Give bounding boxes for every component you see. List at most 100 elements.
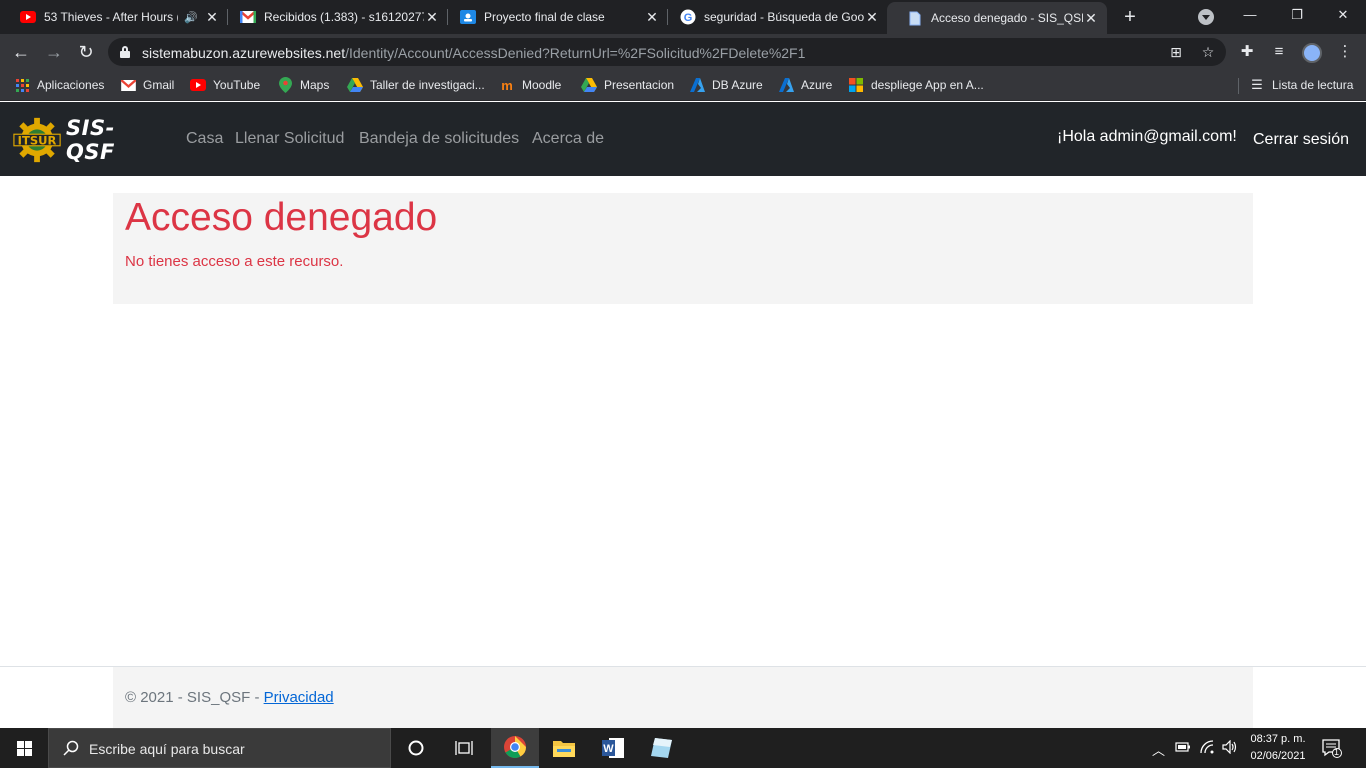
address-bar[interactable]: sistemabuzon.azurewebsites.net/Identity/… — [108, 38, 1226, 66]
restore-button[interactable]: ❐ — [1274, 0, 1320, 30]
footer-text: © 2021 - SIS_QSF - Privacidad — [125, 689, 334, 706]
nav-link-casa[interactable]: Casa — [186, 130, 223, 148]
gmail-icon — [120, 77, 136, 93]
azure-icon — [778, 77, 794, 93]
bookmark-db-azure[interactable]: DB Azure — [689, 77, 763, 93]
translate-icon[interactable]: ⊞ — [1168, 44, 1184, 60]
bookmark-apps[interactable]: Aplicaciones — [14, 77, 104, 93]
back-arrow-icon[interactable]: ← — [9, 40, 33, 64]
clock-date: 02/06/2021 — [1250, 750, 1306, 762]
bookmark-star-icon[interactable]: ☆ — [1200, 44, 1216, 60]
apps-grid-icon — [14, 77, 30, 93]
notification-count: 1 — [1334, 747, 1340, 757]
lock-icon[interactable] — [120, 46, 130, 58]
svg-text:G: G — [684, 12, 693, 24]
gear-logo-icon: ITSUR — [13, 117, 61, 163]
search-placeholder: Escribe aquí para buscar — [89, 741, 245, 757]
tab-search-icon[interactable] — [1198, 9, 1214, 25]
user-greeting-link[interactable]: ¡Hola admin@gmail.com! — [1057, 128, 1237, 146]
tab-access-denied[interactable]: Acceso denegado - SIS_QSF ✕ — [887, 2, 1107, 34]
notes-app-icon[interactable] — [637, 728, 685, 768]
bookmark-label: Azure — [801, 78, 833, 92]
moodle-icon: m — [501, 77, 513, 93]
tab-title: 53 Thieves - After Hours ( — [44, 10, 179, 24]
minimize-button[interactable]: — — [1227, 0, 1273, 30]
new-tab-button[interactable]: + — [1119, 6, 1141, 28]
classroom-icon — [460, 9, 476, 25]
bookmark-label: Presentacion — [604, 78, 675, 92]
nav-link-bandeja[interactable]: Bandeja de solicitudes — [359, 130, 519, 148]
logout-button[interactable]: Cerrar sesión — [1253, 131, 1349, 149]
close-tab-icon[interactable]: ✕ — [204, 9, 220, 26]
bookmark-youtube[interactable]: YouTube — [190, 77, 260, 93]
close-tab-icon[interactable]: ✕ — [1083, 10, 1099, 27]
word-icon[interactable]: W — [589, 728, 637, 768]
reload-icon[interactable]: ↻ — [74, 40, 98, 64]
task-view-icon[interactable] — [440, 728, 488, 768]
close-tab-icon[interactable]: ✕ — [644, 9, 660, 26]
close-window-button[interactable]: ✕ — [1320, 0, 1366, 30]
close-tab-icon[interactable]: ✕ — [424, 9, 440, 26]
extensions-puzzle-icon[interactable]: ✚ — [1238, 43, 1256, 61]
tab-title: Recibidos (1.383) - s16120277 — [264, 10, 424, 24]
page-title: Acceso denegado — [125, 196, 438, 239]
audio-playing-icon[interactable]: 🔊 — [184, 11, 198, 24]
menu-kebab-icon[interactable]: ⋮ — [1336, 43, 1354, 61]
file-explorer-icon[interactable] — [540, 728, 588, 768]
bookmark-presentacion[interactable]: Presentacion — [581, 77, 674, 93]
privacy-link[interactable]: Privacidad — [264, 689, 334, 706]
bookmark-label: despliege App en A... — [871, 78, 984, 92]
svg-text:ITSUR: ITSUR — [18, 133, 57, 147]
brand-name: SIS-QSF — [66, 116, 115, 164]
tab-title: Acceso denegado - SIS_QSF — [931, 11, 1083, 25]
copyright-text: © 2021 - SIS_QSF - — [125, 689, 264, 706]
nav-link-llenar-solicitud[interactable]: Llenar Solicitud — [235, 130, 344, 148]
bookmark-maps[interactable]: Maps — [277, 77, 329, 93]
bookmark-gmail[interactable]: Gmail — [120, 77, 174, 93]
start-button[interactable] — [0, 728, 48, 768]
bookmarks-bar: Aplicaciones Gmail YouTube Maps Taller d… — [0, 70, 1366, 101]
bookmark-taller[interactable]: Taller de investigaci... — [347, 77, 485, 93]
close-tab-icon[interactable]: ✕ — [864, 9, 880, 26]
nav-link-acerca[interactable]: Acerca de — [532, 130, 604, 148]
svg-text:W: W — [603, 743, 614, 755]
profile-avatar[interactable] — [1302, 43, 1322, 63]
windows-taskbar: Escribe aquí para buscar W ︿ 08:37 p. m.… — [0, 728, 1366, 768]
cortana-icon[interactable] — [392, 728, 440, 768]
url-text[interactable]: sistemabuzon.azurewebsites.net/Identity/… — [142, 45, 805, 61]
media-control-icon[interactable]: ≡ — [1270, 43, 1288, 61]
bookmark-azure[interactable]: Azure — [778, 77, 832, 93]
bookmark-moodle[interactable]: m Moodle — [499, 77, 561, 93]
windows-logo-icon — [16, 740, 32, 756]
tab-google-search[interactable]: G seguridad - Búsqueda de Google ✕ — [660, 0, 888, 34]
brand-logo[interactable]: ITSUR SIS-QSF — [12, 116, 160, 164]
bookmark-label: Maps — [300, 78, 330, 92]
taskbar-search-box[interactable]: Escribe aquí para buscar — [48, 728, 391, 768]
bookmark-label: DB Azure — [712, 78, 763, 92]
access-denied-message: No tienes acceso a este recurso. — [125, 253, 344, 270]
battery-icon[interactable] — [1175, 740, 1191, 757]
reading-list-button[interactable]: ☰ Lista de lectura — [1249, 77, 1353, 93]
tab-classroom[interactable]: Proyecto final de clase ✕ — [440, 0, 668, 34]
page-icon — [907, 10, 923, 26]
forward-arrow-icon[interactable]: → — [42, 40, 66, 64]
gmail-icon — [240, 9, 256, 25]
tab-title: seguridad - Búsqueda de Google — [704, 10, 864, 24]
search-icon — [63, 740, 79, 756]
notification-center-icon[interactable]: 1 — [1322, 738, 1342, 758]
show-hidden-icons-chevron[interactable]: ︿ — [1152, 740, 1165, 759]
bookmark-despliege[interactable]: despliege App en A... — [848, 77, 984, 93]
tab-gmail[interactable]: Recibidos (1.383) - s16120277 ✕ — [220, 0, 448, 34]
youtube-icon — [190, 77, 206, 93]
google-icon: G — [680, 9, 696, 25]
volume-icon[interactable] — [1222, 739, 1238, 757]
wifi-icon[interactable] — [1200, 740, 1216, 757]
microsoft-icon — [848, 77, 864, 93]
chrome-taskbar-icon[interactable] — [491, 728, 539, 768]
tab-youtube[interactable]: 53 Thieves - After Hours ( 🔊 ✕ — [0, 0, 228, 34]
drive-icon — [581, 77, 597, 93]
maps-icon — [277, 77, 293, 93]
bookmark-label: Gmail — [143, 78, 175, 92]
system-clock[interactable]: 08:37 p. m. 02/06/2021 — [1240, 731, 1316, 765]
browser-toolbar: ← → ↻ sistemabuzon.azurewebsites.net/Ide… — [0, 34, 1366, 70]
